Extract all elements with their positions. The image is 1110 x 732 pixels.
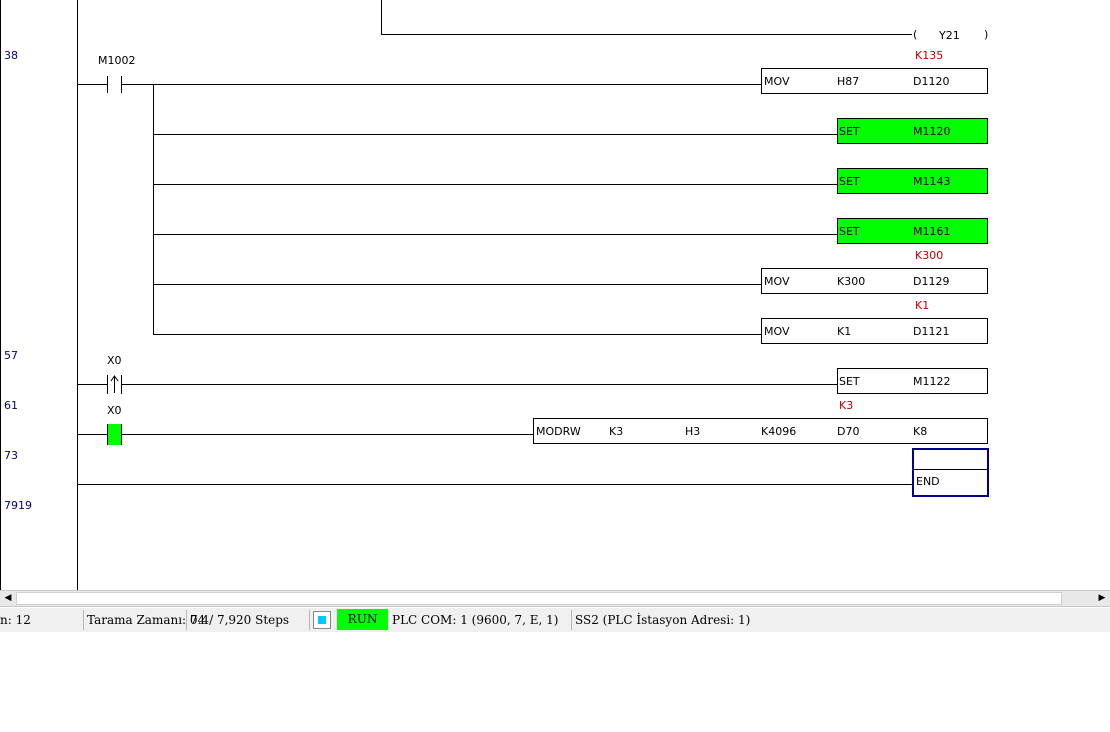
step-number: 61 (4, 399, 18, 412)
opcode: SET (839, 375, 860, 388)
opcode: MOV (764, 75, 790, 88)
contact-label-x0[interactable]: X0 (107, 354, 122, 367)
operand-dest: D1120 (913, 75, 950, 88)
operand-device: M1143 (913, 175, 951, 188)
step-number: 73 (4, 449, 18, 462)
operand-3: K4096 (761, 425, 797, 438)
step-number: 57 (4, 349, 18, 362)
status-divider (571, 610, 572, 630)
operand-source: K1 (837, 325, 852, 338)
operand-source: H87 (837, 75, 860, 88)
constant-value: K300 (915, 249, 944, 262)
opcode: SET (839, 225, 860, 238)
constant-value: K1 (915, 299, 930, 312)
operand-device: M1120 (913, 125, 951, 138)
scroll-left-arrow-icon[interactable]: ◀ (0, 591, 16, 606)
set-instruction-box[interactable]: SET M1122 (837, 368, 988, 394)
status-station: SS2 (PLC İstasyon Adresi: 1) (575, 613, 751, 627)
status-steps: 74 / 7,920 Steps (190, 613, 290, 627)
opcode: MOV (764, 275, 790, 288)
coil-device-y21[interactable]: Y21 (939, 29, 960, 42)
edit-cursor[interactable] (912, 448, 989, 497)
opcode: MODRW (536, 425, 581, 438)
operand-device: M1122 (913, 375, 951, 388)
coil-open-paren: ( (913, 28, 918, 41)
opcode: SET (839, 175, 860, 188)
contact-label-x0[interactable]: X0 (107, 404, 122, 417)
set-instruction-box-active[interactable]: SET M1143 (837, 168, 988, 194)
contact-label-m1002[interactable]: M1002 (98, 54, 136, 67)
status-divider (186, 610, 187, 630)
mov-instruction-box[interactable]: MOV K1 D1121 (761, 318, 988, 344)
operand-2: H3 (685, 425, 701, 438)
horizontal-scrollbar[interactable]: ◀ ▶ (0, 590, 1110, 607)
step-number: 38 (4, 49, 18, 62)
status-bar: n: 12 Tarama Zamanı: 0.4 74 / 7,920 Step… (0, 608, 1110, 632)
opcode: SET (839, 125, 860, 138)
operand-source: K300 (837, 275, 866, 288)
coil-close-paren: ) (984, 28, 989, 41)
run-status-badge: RUN (337, 609, 388, 630)
operand-1: K3 (609, 425, 624, 438)
plc-mode-icon (313, 611, 331, 629)
cursor-divider (914, 469, 987, 470)
mov-instruction-box[interactable]: MOV H87 D1120 (761, 68, 988, 94)
opcode: MOV (764, 325, 790, 338)
set-instruction-box-active[interactable]: SET M1120 (837, 118, 988, 144)
mov-instruction-box[interactable]: MOV K300 D1129 (761, 268, 988, 294)
operand-dest: D1129 (913, 275, 950, 288)
status-plc-com: PLC COM: 1 (9600, 7, E, 1) (392, 613, 559, 627)
status-divider (83, 610, 84, 630)
operand-dest: D1121 (913, 325, 950, 338)
status-line: n: 12 (0, 613, 31, 627)
set-instruction-box-active[interactable]: SET M1161 (837, 218, 988, 244)
modrw-instruction-box[interactable]: MODRW K3 H3 K4096 D70 K8 (533, 418, 988, 444)
constant-value: K3 (839, 399, 854, 412)
scroll-right-arrow-icon[interactable]: ▶ (1094, 591, 1110, 606)
ladder-diagram-area[interactable]: 38 57 61 73 7919 ( Y21 ) M1002 K135 MOV … (0, 0, 1110, 590)
operand-4: D70 (837, 425, 860, 438)
status-divider (309, 610, 310, 630)
step-number: 7919 (4, 499, 32, 512)
scrollbar-thumb[interactable] (16, 592, 1062, 605)
operand-device: M1161 (913, 225, 951, 238)
operand-5: K8 (913, 425, 928, 438)
end-instruction[interactable]: END (916, 475, 940, 488)
constant-value: K135 (915, 49, 944, 62)
